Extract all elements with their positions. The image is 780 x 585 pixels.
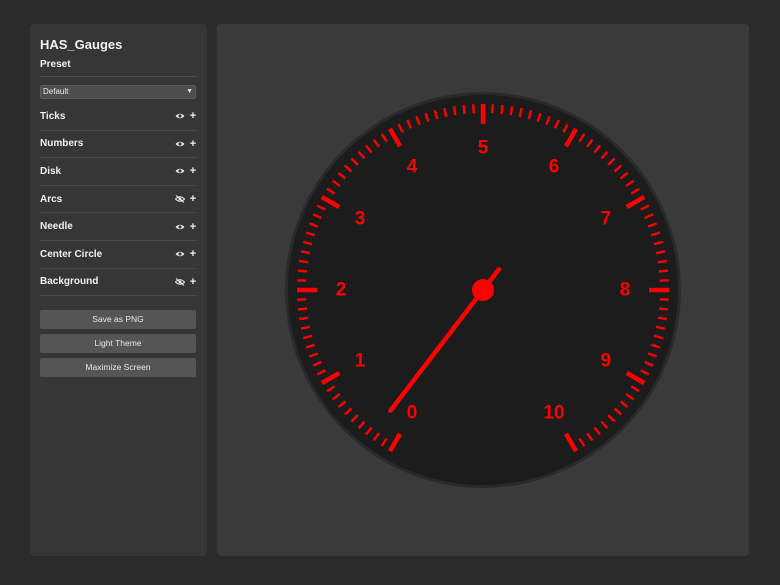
gauge-number: 9 — [601, 351, 612, 372]
eye-slash-icon[interactable] — [174, 194, 186, 204]
eye-slash-icon[interactable] — [174, 277, 186, 287]
section-label: Background — [40, 276, 99, 288]
maximize-screen-button[interactable]: Maximize Screen — [40, 358, 196, 378]
minor-tick — [657, 259, 667, 264]
sections-list: Ticks + Numbers + Disk + Arcs + Needle +… — [40, 103, 197, 297]
app-title: HAS_Gauges — [40, 37, 123, 52]
eye-icon[interactable] — [174, 166, 186, 176]
preset-select[interactable]: Default ▼ — [40, 85, 196, 99]
gauge-number: 10 — [543, 402, 564, 423]
plus-icon[interactable]: + — [189, 221, 197, 232]
minor-tick — [297, 269, 308, 273]
eye-icon[interactable] — [174, 222, 186, 232]
plus-icon[interactable]: + — [189, 111, 197, 122]
minor-tick — [657, 316, 667, 321]
plus-icon[interactable]: + — [189, 194, 197, 205]
gauge-number: 0 — [407, 402, 418, 423]
gauge-number: 7 — [601, 209, 612, 230]
sidebar: HAS_Gauges Preset Default ▼ Ticks + Numb… — [30, 24, 207, 556]
gauge-number: 5 — [478, 138, 489, 159]
gauge-number: 6 — [549, 157, 560, 178]
section-needle[interactable]: Needle + — [40, 213, 197, 241]
light-theme-button[interactable]: Light Theme — [40, 334, 196, 354]
plus-icon[interactable]: + — [189, 138, 197, 149]
minor-tick — [462, 104, 466, 115]
action-buttons: Save as PNG Light Theme Maximize Screen — [40, 310, 197, 378]
minor-tick — [658, 269, 669, 273]
eye-icon[interactable] — [174, 249, 186, 259]
eye-icon[interactable] — [174, 111, 186, 121]
eye-icon[interactable] — [174, 139, 186, 149]
section-arcs[interactable]: Arcs + — [40, 186, 197, 214]
preset-label: Preset — [40, 58, 197, 77]
section-label: Numbers — [40, 138, 84, 150]
section-label: Arcs — [40, 193, 63, 205]
gauge-canvas-area: 0 1 2 3 4 5 6 7 8 9 10 — [217, 24, 749, 556]
minor-tick — [299, 259, 309, 264]
section-numbers[interactable]: Numbers + — [40, 131, 197, 159]
minor-tick — [299, 316, 309, 321]
minor-tick — [500, 104, 504, 115]
section-label: Needle — [40, 221, 73, 233]
minor-tick — [509, 106, 514, 116]
gauge-number: 4 — [407, 157, 418, 178]
section-background[interactable]: Background + — [40, 269, 197, 297]
section-center-circle[interactable]: Center Circle + — [40, 241, 197, 269]
preset-select-value: Default — [43, 87, 69, 96]
save-png-button[interactable]: Save as PNG — [40, 310, 196, 330]
plus-icon[interactable]: + — [189, 249, 197, 260]
minor-tick — [452, 106, 457, 116]
gauge-number: 8 — [620, 280, 631, 301]
section-disk[interactable]: Disk + — [40, 158, 197, 186]
section-ticks[interactable]: Ticks + — [40, 103, 197, 131]
gauge-number: 3 — [355, 209, 366, 230]
section-label: Ticks — [40, 110, 66, 122]
gauge-center-circle — [472, 279, 494, 301]
gauge-number: 2 — [336, 280, 347, 301]
plus-icon[interactable]: + — [189, 166, 197, 177]
section-label: Disk — [40, 165, 62, 177]
minor-tick — [658, 307, 669, 311]
chevron-down-icon: ▼ — [186, 88, 193, 95]
minor-tick — [297, 307, 308, 311]
plus-icon[interactable]: + — [189, 276, 197, 287]
gauge-number: 1 — [355, 351, 366, 372]
section-label: Center Circle — [40, 248, 103, 260]
gauge: 0 1 2 3 4 5 6 7 8 9 10 — [285, 92, 681, 488]
